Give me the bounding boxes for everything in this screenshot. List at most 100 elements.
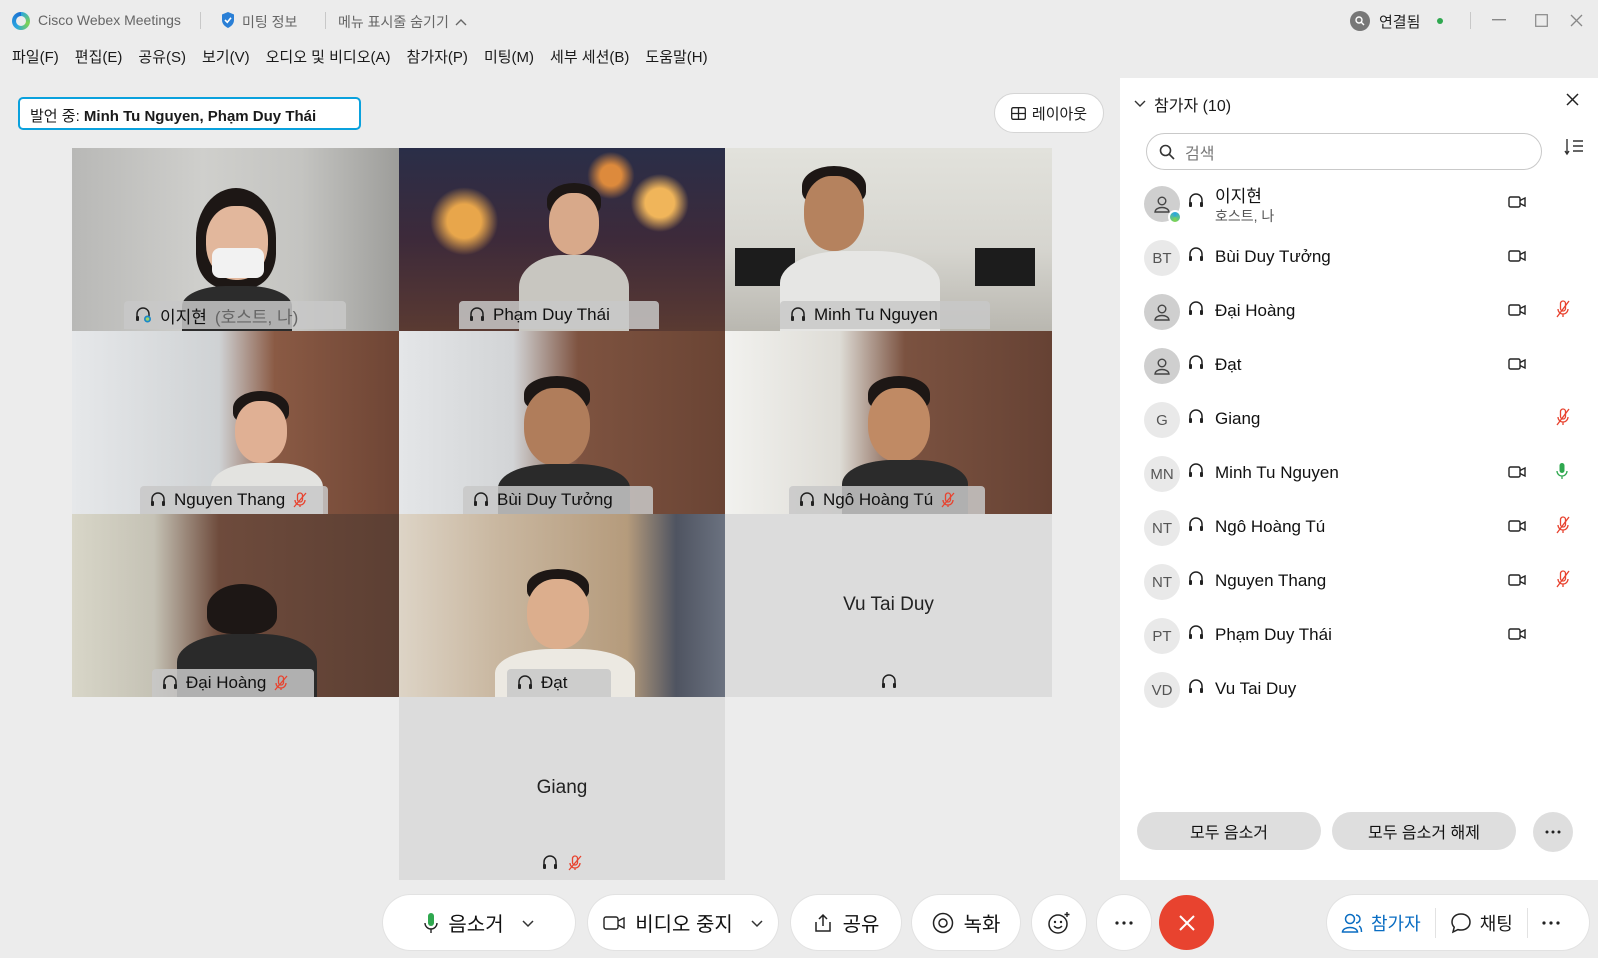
more-panels-button[interactable] [1528, 895, 1574, 950]
layout-button[interactable]: 레이아웃 [994, 93, 1104, 133]
share-button[interactable]: 공유 [791, 895, 901, 950]
headset-icon [1188, 463, 1204, 484]
video-tile-ngo-hoang-tu[interactable]: Ngô Hoàng Tú [725, 331, 1052, 514]
mute-label: 음소거 [448, 914, 504, 936]
menu-help[interactable]: 도움말(H) [637, 46, 715, 72]
chat-toggle-button[interactable]: 채팅 [1436, 895, 1527, 950]
connection-status: 연결됨 [1379, 14, 1421, 31]
video-tile-vu-tai-duy[interactable]: Vu Tai Duy [725, 514, 1052, 697]
panel-more-button[interactable] [1533, 812, 1573, 852]
tile-status-icons [399, 855, 725, 871]
video-tile-nguyen-thang[interactable]: Nguyen Thang [72, 331, 399, 514]
divider [325, 12, 326, 29]
menu-share[interactable]: 공유(S) [130, 46, 194, 72]
tile-nameplate: Bùi Duy Tưởng [463, 486, 653, 514]
tile-role: (호스트, 나) [214, 307, 299, 327]
hide-menu-button[interactable]: 메뉴 표시줄 숨기기 [338, 12, 467, 32]
participant-row[interactable]: NT Ngô Hoàng Tú [1120, 500, 1598, 554]
mic-muted-icon[interactable] [1556, 300, 1570, 323]
participant-row[interactable]: PT Phạm Duy Thái [1120, 608, 1598, 662]
participant-row[interactable]: NT Nguyen Thang [1120, 554, 1598, 608]
minimize-button[interactable] [1485, 6, 1513, 34]
participant-name: Vu Tai Duy [1215, 679, 1297, 698]
meeting-info-button[interactable]: 미팅 정보 [242, 12, 297, 32]
mic-active-icon[interactable] [1556, 462, 1568, 485]
menu-audio-video[interactable]: 오디오 및 비디오(A) [258, 46, 399, 72]
tile-status-icons [725, 674, 1052, 690]
participant-name: Đạt [1215, 355, 1242, 374]
participant-row[interactable]: VD Vu Tai Duy [1120, 662, 1598, 716]
headset-icon [543, 855, 557, 869]
avatar-initials: G [1144, 402, 1180, 438]
headset-icon [1188, 409, 1204, 430]
menu-breakout[interactable]: 세부 세션(B) [542, 46, 637, 72]
participant-name: Giang [1215, 409, 1261, 428]
tile-name: Bùi Duy Tưởng [497, 490, 613, 509]
participants-toggle-button[interactable]: 참가자 [1327, 895, 1435, 950]
divider [1470, 12, 1471, 29]
tile-name: Đạt [541, 673, 568, 692]
record-button[interactable]: 녹화 [912, 895, 1020, 950]
mic-icon [424, 912, 439, 933]
tile-name: Giang [536, 777, 588, 798]
video-tile-bui-duy-tuong[interactable]: Bùi Duy Tưởng [399, 331, 725, 514]
tile-nameplate: Ngô Hoàng Tú [789, 486, 985, 514]
headset-icon [1188, 517, 1204, 538]
participant-row[interactable]: BT Bùi Duy Tưởng [1120, 230, 1598, 284]
menu-view[interactable]: 보기(V) [194, 46, 258, 72]
panel-toggle-group: 참가자 채팅 [1327, 895, 1589, 950]
participant-name: 이지현 [1215, 187, 1262, 206]
participant-name: Ngô Hoàng Tú [1215, 517, 1326, 536]
mic-muted-icon[interactable] [1556, 570, 1570, 593]
close-window-button[interactable] [1562, 6, 1590, 34]
tile-nameplate: Nguyen Thang [140, 486, 328, 514]
maximize-button[interactable] [1527, 6, 1555, 34]
chevron-down-icon[interactable] [522, 915, 534, 931]
panel-header[interactable]: 참가자 (10) [1134, 92, 1231, 116]
search-input[interactable]: 검색 [1146, 133, 1542, 170]
participant-row[interactable]: MN Minh Tu Nguyen [1120, 446, 1598, 500]
tile-nameplate: Đại Hoàng [152, 669, 314, 697]
menu-edit[interactable]: 편집(E) [67, 46, 131, 72]
tile-name: Vu Tai Duy [843, 594, 934, 615]
avatar-initials: NT [1144, 564, 1180, 600]
participant-role: 호스트, 나 [1215, 208, 1275, 224]
sort-button[interactable] [1564, 138, 1584, 161]
headset-icon [518, 675, 532, 689]
avatar-person-icon [1144, 348, 1180, 384]
reactions-button[interactable] [1032, 895, 1086, 950]
speaking-label: 발언 중: [30, 108, 80, 125]
unmute-all-button[interactable]: 모두 음소거 해제 [1332, 812, 1516, 850]
stop-video-button[interactable]: 비디오 중지 [588, 895, 778, 950]
video-tile-minh-tu-nguyen[interactable]: Minh Tu Nguyen [725, 148, 1052, 331]
mic-muted-icon[interactable] [1556, 408, 1570, 431]
menu-file[interactable]: 파일(F) [0, 46, 67, 72]
menu-bar: 파일(F) 편집(E) 공유(S) 보기(V) 오디오 및 비디오(A) 참가자… [0, 46, 716, 72]
participant-row[interactable]: Đại Hoàng [1120, 284, 1598, 338]
headset-icon [474, 492, 488, 506]
headset-icon [470, 307, 484, 321]
chat-toggle-label: 채팅 [1479, 913, 1513, 934]
menu-meeting[interactable]: 미팅(M) [476, 46, 542, 72]
video-tile-dat[interactable]: Đạt [399, 514, 725, 697]
video-tile-host[interactable]: 이지현 (호스트, 나) [72, 148, 399, 331]
video-tile-dai-hoang[interactable]: Đại Hoàng [72, 514, 399, 697]
connection-icon [1350, 11, 1370, 31]
headset-icon [163, 675, 177, 689]
video-tile-giang[interactable]: Giang [399, 697, 725, 880]
mute-all-button[interactable]: 모두 음소거 [1137, 812, 1321, 850]
more-options-button[interactable] [1097, 895, 1151, 950]
participant-name: Minh Tu Nguyen [1215, 463, 1339, 482]
tile-name: Ngô Hoàng Tú [823, 490, 934, 509]
video-tile-pham-duy-thai[interactable]: Phạm Duy Thái [399, 148, 725, 331]
participant-row[interactable]: Đạt [1120, 338, 1598, 392]
mic-muted-icon[interactable] [1556, 516, 1570, 539]
mute-button[interactable]: 음소거 [383, 895, 575, 950]
menu-participant[interactable]: 참가자(P) [399, 46, 476, 72]
close-panel-button[interactable] [1566, 90, 1579, 111]
participant-row[interactable]: G Giang [1120, 392, 1598, 446]
end-meeting-button[interactable] [1159, 895, 1214, 950]
chat-bubble-icon [1450, 912, 1471, 933]
chevron-down-icon[interactable] [751, 915, 763, 931]
participant-row[interactable]: 이지현호스트, 나 [1120, 176, 1598, 230]
